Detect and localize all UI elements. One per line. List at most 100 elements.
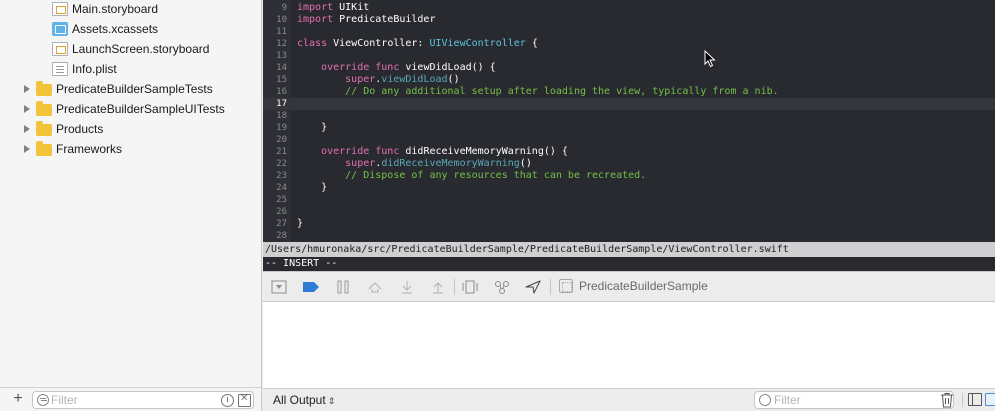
group-label: Products <box>56 122 104 136</box>
code-line[interactable]: 15 super.viewDidLoad() <box>263 74 995 86</box>
mouse-pointer-icon <box>704 50 716 68</box>
code-token: didReceiveMemoryWarning <box>381 158 520 169</box>
code-line[interactable]: 10 import PredicateBuilder <box>263 14 995 26</box>
code-line[interactable]: 23 // Dispose of any resources that can … <box>263 170 995 182</box>
disclosure-triangle-icon[interactable] <box>22 124 32 134</box>
code-token: () <box>519 158 532 169</box>
step-into-icon[interactable] <box>399 280 415 294</box>
group-row-frameworks[interactable]: Frameworks <box>0 139 261 159</box>
line-number: 16 <box>276 87 287 97</box>
simulate-location-icon[interactable] <box>525 280 541 294</box>
code-text: } <box>297 182 327 194</box>
code-line[interactable]: 26 <box>263 206 995 218</box>
code-line[interactable]: 28 <box>263 230 995 242</box>
code-line[interactable]: 20 <box>263 134 995 146</box>
code-token: viewDidLoad <box>381 74 448 85</box>
code-text: import PredicateBuilder <box>297 14 435 26</box>
vim-file-path: /Users/hmuronaka/src/PredicateBuilderSam… <box>263 242 995 257</box>
group-row-products[interactable]: Products <box>0 119 261 139</box>
line-number: 15 <box>276 75 287 85</box>
line-number: 12 <box>276 39 287 49</box>
group-row-uitests[interactable]: PredicateBuilderSampleUITests <box>0 99 261 119</box>
code-token: ViewController: <box>327 38 430 49</box>
navigator-filter-input[interactable] <box>51 393 211 407</box>
app-target-icon <box>559 279 573 293</box>
storyboard-icon <box>52 2 68 16</box>
code-line[interactable]: 17 <box>263 98 995 110</box>
code-line[interactable]: 19 } <box>263 122 995 134</box>
line-number: 9 <box>281 3 287 13</box>
line-number: 10 <box>276 15 287 25</box>
code-token: { <box>525 38 538 49</box>
show-variables-view-icon[interactable] <box>968 393 982 406</box>
file-row-main-storyboard[interactable]: Main.storyboard <box>0 0 261 19</box>
code-text: } <box>297 122 327 134</box>
code-token: override func <box>297 146 400 157</box>
console-output-area[interactable] <box>263 302 995 388</box>
code-text: } <box>297 218 303 230</box>
view-debugger-icon[interactable] <box>462 280 478 294</box>
folder-icon <box>36 100 52 116</box>
hide-debug-area-icon[interactable] <box>271 280 287 294</box>
memory-graph-icon[interactable] <box>494 280 510 294</box>
code-line[interactable]: 25 <box>263 194 995 206</box>
line-number: 21 <box>276 147 287 157</box>
source-editor[interactable]: 9 import UIKit 10 import PredicateBuilder 11… <box>263 0 995 242</box>
output-selector-label: All Output <box>273 393 326 407</box>
trash-icon[interactable] <box>939 392 955 408</box>
output-selector[interactable]: All Output ⇕ <box>273 393 335 407</box>
code-token: // Do any additional setup after loading… <box>297 86 779 97</box>
asset-catalog-icon <box>52 22 68 36</box>
code-token: } <box>297 182 328 193</box>
add-file-icon[interactable]: + <box>10 390 26 408</box>
show-console-view-icon[interactable] <box>985 393 995 406</box>
breakpoints-toggle-icon[interactable] <box>302 280 319 294</box>
console-filter-bar: All Output ⇕ <box>263 388 995 411</box>
code-line[interactable]: 27} <box>263 218 995 230</box>
group-row-tests[interactable]: PredicateBuilderSampleTests <box>0 79 261 99</box>
disclosure-triangle-icon[interactable] <box>22 84 32 94</box>
line-number: 22 <box>276 159 287 169</box>
code-line[interactable]: 16 // Do any additional setup after load… <box>263 86 995 98</box>
code-token: import <box>297 2 334 13</box>
code-text: // Dispose of any resources that can be … <box>297 170 646 182</box>
group-label: Frameworks <box>56 142 123 156</box>
code-line[interactable]: 18 <box>263 110 995 122</box>
code-token: override func <box>297 62 400 73</box>
up-down-chevron-icon: ⇕ <box>327 396 336 406</box>
file-row-launchscreen[interactable]: LaunchScreen.storyboard <box>0 39 261 59</box>
group-label: PredicateBuilderSampleUITests <box>56 102 225 116</box>
line-number: 18 <box>276 111 287 121</box>
console-filter-input[interactable] <box>774 393 944 407</box>
file-row-info-plist[interactable]: Info.plist <box>0 59 261 79</box>
file-tree: Main.storyboard Assets.xcassets LaunchSc… <box>0 0 261 387</box>
console-filter-field[interactable] <box>754 391 954 409</box>
vim-mode-indicator: -- INSERT -- <box>263 257 995 271</box>
code-text: override func viewDidLoad() { <box>297 62 496 74</box>
code-line[interactable]: 9 import UIKit <box>263 2 995 14</box>
code-token: } <box>297 218 304 229</box>
code-text: super.didReceiveMemoryWarning() <box>297 158 532 170</box>
source-control-filter-icon[interactable] <box>238 393 251 407</box>
storyboard-icon <box>52 42 68 56</box>
line-number: 11 <box>276 27 287 37</box>
code-line[interactable]: 12 class ViewController: UIViewController… <box>263 38 995 50</box>
code-token: import <box>297 14 334 25</box>
file-row-assets[interactable]: Assets.xcassets <box>0 19 261 39</box>
code-line[interactable]: 22 super.didReceiveMemoryWarning() <box>263 158 995 170</box>
code-line[interactable]: 24 } <box>263 182 995 194</box>
code-line[interactable]: 21 override func didReceiveMemoryWarning… <box>263 146 995 158</box>
pause-icon[interactable] <box>335 280 351 294</box>
code-token: PredicateBuilder <box>333 14 436 25</box>
step-over-icon[interactable] <box>367 280 383 294</box>
navigator-filter-field[interactable] <box>32 391 254 409</box>
code-line[interactable]: 13 <box>263 50 995 62</box>
debug-target-selector[interactable]: PredicateBuilderSample <box>559 279 708 293</box>
code-line[interactable]: 11 <box>263 26 995 38</box>
recent-files-icon[interactable] <box>221 394 234 407</box>
disclosure-triangle-icon[interactable] <box>22 104 32 114</box>
code-token: // Dispose of any resources that can be … <box>297 170 647 181</box>
step-out-icon[interactable] <box>430 280 446 294</box>
code-line[interactable]: 14 override func viewDidLoad() { <box>263 62 995 74</box>
disclosure-triangle-icon[interactable] <box>22 144 32 154</box>
